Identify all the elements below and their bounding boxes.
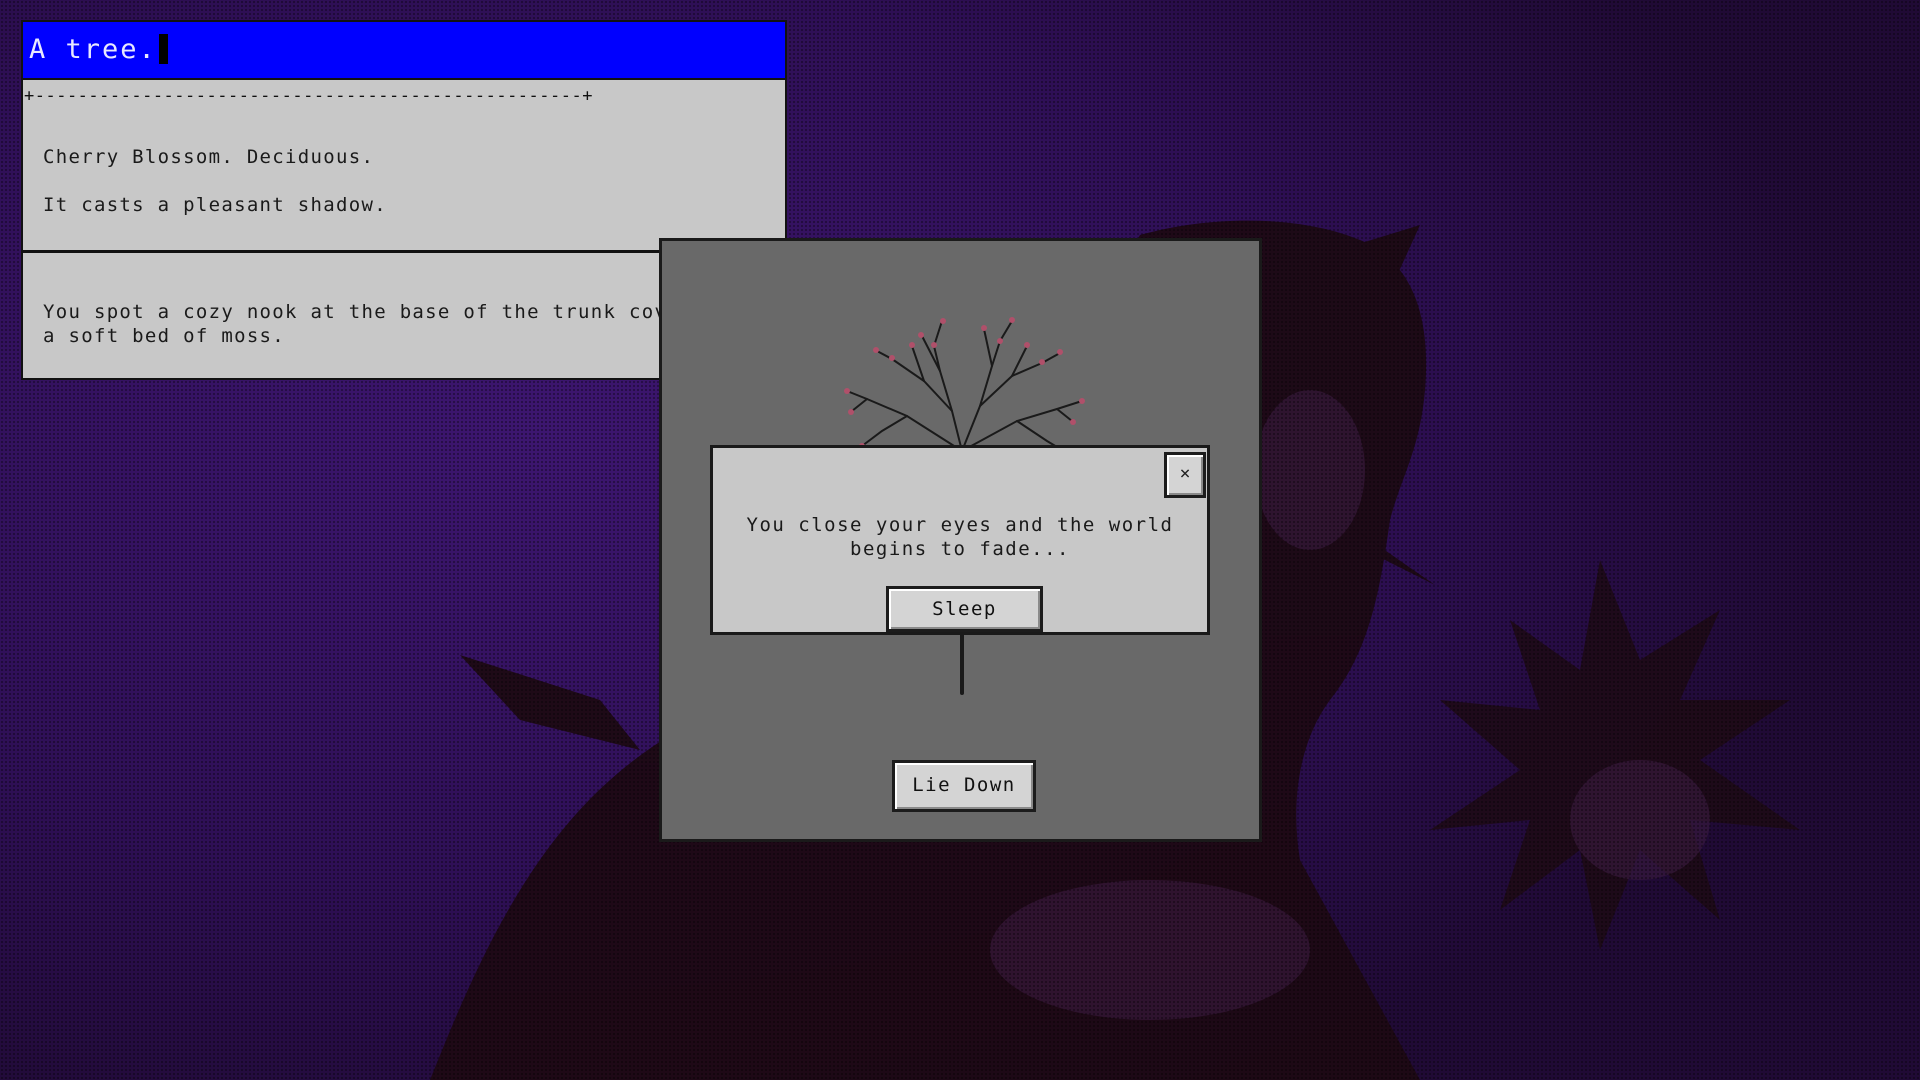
info-title: A tree.	[29, 34, 168, 65]
text-cursor	[158, 34, 168, 64]
ascii-divider: +---------------------------------------…	[24, 86, 593, 106]
tree-shadow-line: It casts a pleasant shadow.	[43, 194, 387, 216]
dialog-message: You close your eyes and the world begins…	[746, 514, 1174, 560]
info-title-bar: A tree.	[23, 22, 785, 80]
lie-down-button[interactable]: Lie Down	[892, 760, 1036, 812]
tree-species-line: Cherry Blossom. Deciduous.	[43, 146, 375, 168]
sleep-button[interactable]: Sleep	[886, 586, 1043, 632]
info-title-text: A tree.	[29, 34, 157, 65]
sleep-dialog: × You close your eyes and the world begi…	[710, 445, 1210, 635]
close-button[interactable]: ×	[1164, 452, 1206, 498]
